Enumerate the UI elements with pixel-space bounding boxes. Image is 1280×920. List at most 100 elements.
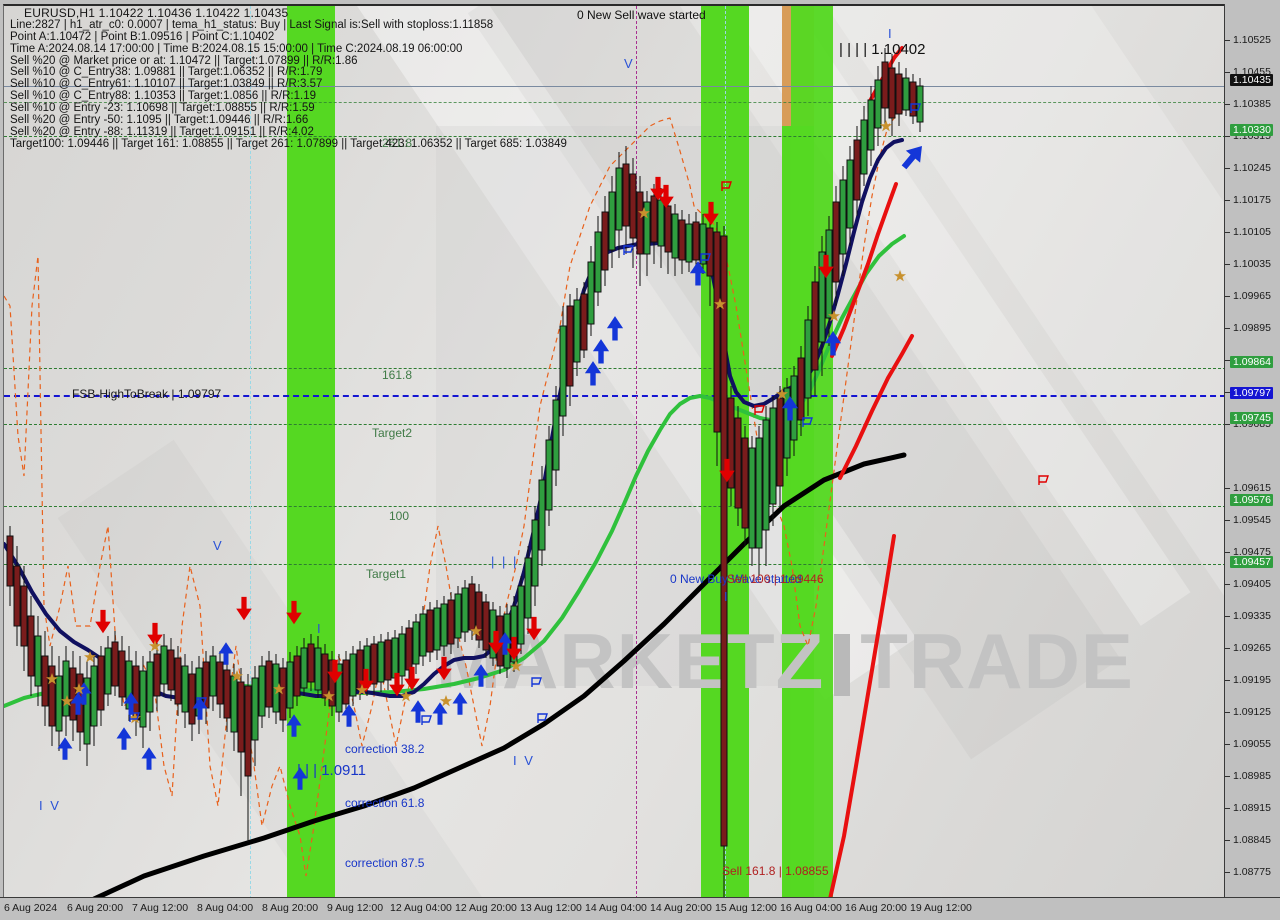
wave-marker-i-mid: I	[724, 589, 730, 604]
price-tick-label: 1.09545	[1233, 514, 1271, 526]
header-line-2: Point A:1.10472 | Point B:1.09516 | Poin…	[10, 30, 275, 43]
price-tick-label: 1.09055	[1233, 738, 1271, 750]
time-axis-label: 9 Aug 12:00	[327, 902, 384, 914]
price-tick-label: 1.09965	[1233, 290, 1271, 302]
price-tick	[1225, 808, 1230, 809]
time-axis-label: 6 Aug 20:00	[67, 902, 124, 914]
price-tick-label: 1.09195	[1233, 674, 1271, 686]
wave-marker-iv-left: I V	[39, 798, 61, 813]
price-tick	[1225, 296, 1230, 297]
time-axis-label: 13 Aug 12:00	[520, 902, 582, 914]
fib-100-label: 100	[389, 509, 410, 523]
price-tick	[1225, 776, 1230, 777]
wave-marker-i-left: I	[317, 621, 323, 636]
series-trend-line-main	[828, 534, 896, 899]
price-tick-label: 1.10385	[1233, 98, 1271, 110]
price-tick	[1225, 136, 1230, 137]
price-tick-label: 1.09895	[1233, 322, 1271, 334]
price-tick-label: 1.08915	[1233, 802, 1271, 814]
wave-marker-iv-mid: I V	[513, 753, 535, 768]
price-label-target1[interactable]: 1.09457	[1230, 556, 1273, 568]
time-axis-label: 12 Aug 04:00	[390, 902, 452, 914]
new-sell-wave-label: 0 New Sell wave started	[577, 8, 706, 22]
chart-window: MARKETZ TRADE 0 New Sell wave started | …	[0, 0, 1280, 920]
price-tick	[1225, 488, 1230, 489]
price-label-fsb[interactable]: 1.09797	[1230, 387, 1273, 399]
price-tick	[1225, 744, 1230, 745]
price-tick-label: 1.10105	[1233, 226, 1271, 238]
sell-100-label: Sell 100 | 1.09446	[727, 572, 824, 586]
price-tick	[1225, 584, 1230, 585]
price-tick	[1225, 840, 1230, 841]
time-axis[interactable]: 6 Aug 2024 6 Aug 20:00 7 Aug 12:00 8 Aug 04…	[0, 897, 1280, 920]
price-tick-label: 1.09615	[1233, 482, 1271, 494]
header-line-1: Line:2827 | h1_atr_c0: 0.0007 | tema_h1_…	[10, 18, 494, 31]
time-axis-label: 8 Aug 04:00	[197, 902, 254, 914]
time-axis-label: 6 Aug 2024	[4, 902, 58, 914]
flag-marker-group	[129, 103, 1049, 725]
price-tick	[1225, 872, 1230, 873]
header-line-11: Target100: 1.09446 || Target 161: 1.0885…	[10, 137, 567, 150]
price-tick-label: 1.09335	[1233, 610, 1271, 622]
time-axis-label: 16 Aug 04:00	[780, 902, 842, 914]
price-tick-label: 1.10245	[1233, 162, 1271, 174]
time-axis-label: 15 Aug 12:00	[715, 902, 777, 914]
price-tick-label: 1.08985	[1233, 770, 1271, 782]
price-tick-label: 1.09265	[1233, 642, 1271, 654]
sell-1618-label: Sell 161.8 | 1.08855	[722, 864, 829, 878]
price-label-target2[interactable]: 1.09745	[1230, 412, 1273, 424]
header-line-10: Sell %20 @ Entry -88: 1.11319 || Target:…	[10, 125, 314, 138]
time-axis-label: 16 Aug 20:00	[845, 902, 907, 914]
price-tick	[1225, 200, 1230, 201]
target2-label: Target2	[372, 426, 413, 440]
wave-marker-iii: | | |	[491, 554, 519, 569]
fib-1618-label: 161.8	[382, 368, 413, 382]
price-tick	[1225, 648, 1230, 649]
price-tick	[1225, 40, 1230, 41]
price-tick-label: 1.09405	[1233, 578, 1271, 590]
price-tick-label: 1.08775	[1233, 866, 1271, 878]
price-tick	[1225, 520, 1230, 521]
price-tick	[1225, 264, 1230, 265]
price-tick	[1225, 712, 1230, 713]
price-tick	[1225, 680, 1230, 681]
price-tick	[1225, 328, 1230, 329]
target1-label: Target1	[366, 567, 407, 581]
price-tick-label: 1.10525	[1233, 34, 1271, 46]
price-label-fib-100[interactable]: 1.09576	[1230, 494, 1273, 506]
time-axis-label: 8 Aug 20:00	[262, 902, 319, 914]
price-label-fib-1618[interactable]: 1.09864	[1230, 356, 1273, 368]
time-axis-label: 7 Aug 12:00	[132, 902, 189, 914]
price-axis[interactable]: 1.10525 1.10455 1.10385 1.10315 1.10245 1.101…	[1224, 4, 1280, 897]
time-axis-label: 19 Aug 12:00	[910, 902, 972, 914]
price-label-last[interactable]: 1.10435	[1230, 74, 1273, 86]
wave-marker-i-top: I	[888, 26, 894, 41]
price-tick	[1225, 72, 1230, 73]
correction-618-label: correction 61.8	[345, 796, 425, 810]
price-tick	[1225, 104, 1230, 105]
time-axis-label: 14 Aug 04:00	[585, 902, 647, 914]
correction-875-label: correction 87.5	[345, 856, 425, 870]
wave-1-price-label: | | | 1.0911	[297, 762, 366, 779]
time-axis-label: 14 Aug 20:00	[650, 902, 712, 914]
price-tick	[1225, 552, 1230, 553]
price-tick	[1225, 616, 1230, 617]
wave-marker-v-left: V	[213, 538, 224, 553]
wave-marker-v-upper: V	[624, 56, 635, 71]
point-c-price-label: | | | | 1.10402	[839, 41, 926, 58]
price-tick-label: 1.09125	[1233, 706, 1271, 718]
chart-info-header: EURUSD,H1 1.10422 1.10436 1.10422 1.1043…	[10, 7, 567, 151]
price-label-target[interactable]: 1.10330	[1230, 124, 1273, 136]
correction-382-label: correction 38.2	[345, 742, 425, 756]
price-tick-label: 1.10175	[1233, 194, 1271, 206]
price-tick-label: 1.10035	[1233, 258, 1271, 270]
chart-plot-area[interactable]: MARKETZ TRADE 0 New Sell wave started | …	[3, 4, 1226, 899]
price-tick	[1225, 232, 1230, 233]
price-tick	[1225, 168, 1230, 169]
fsb-hightobreak-label: FSB-HighToBreak | 1.09797	[72, 387, 222, 401]
time-axis-label: 12 Aug 20:00	[455, 902, 517, 914]
price-tick-label: 1.08845	[1233, 834, 1271, 846]
candlestick-series	[6, 48, 924, 899]
header-line-3: Time A:2024.08.14 17:00:00 | Time B:2024…	[10, 42, 463, 55]
price-tick	[1225, 424, 1230, 425]
